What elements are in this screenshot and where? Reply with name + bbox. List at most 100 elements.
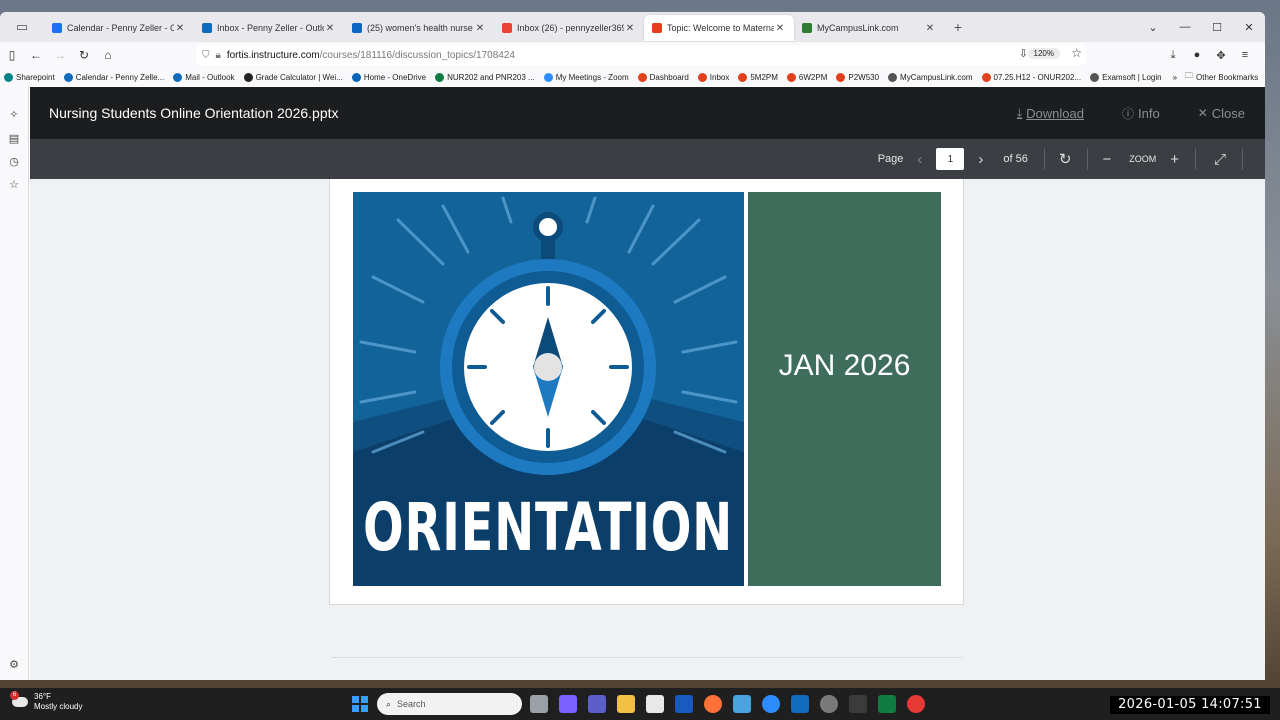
rotate-icon[interactable]: ↻ xyxy=(1059,150,1072,168)
download-button[interactable]: ⤓ Download xyxy=(1017,106,1084,121)
firefox-icon[interactable] xyxy=(704,695,722,713)
save-page-icon[interactable]: ⇩ xyxy=(1019,47,1028,60)
forward-button[interactable]: → xyxy=(48,44,72,66)
bookmark-star-icon[interactable]: ☆ xyxy=(1071,46,1082,60)
close-icon: ✕ xyxy=(1197,106,1208,120)
new-tab-button[interactable]: + xyxy=(944,19,972,35)
bookmark-item[interactable]: Calendar - Penny Zelle... xyxy=(63,72,165,82)
bookmark-item[interactable]: Sharepoint xyxy=(4,72,55,82)
bookmarks-star-icon[interactable]: ☆ xyxy=(7,178,21,192)
compass-illustration: ORIENTATION xyxy=(353,196,744,586)
reload-button[interactable]: ↻ xyxy=(72,44,96,66)
bookmark-item[interactable]: Mail - Outlook xyxy=(173,72,235,82)
teams-icon[interactable] xyxy=(588,695,606,713)
browser-tab[interactable]: Inbox (26) - pennyzeller369@gi✕ xyxy=(494,15,644,41)
tab-close-icon[interactable]: ✕ xyxy=(324,23,336,34)
sidebar-settings-icon[interactable]: ⚙ xyxy=(7,658,21,672)
bookmark-item[interactable]: NUR202 and PNR203 ... xyxy=(435,72,535,82)
bookmark-item[interactable]: My Meetings - Zoom xyxy=(543,72,629,82)
notepad-icon[interactable] xyxy=(733,695,751,713)
window-controls: ⌄ — ☐ ✕ xyxy=(1137,12,1265,42)
page-label: Page xyxy=(877,153,904,165)
calculator-icon[interactable] xyxy=(849,695,867,713)
tab-favicon-icon xyxy=(802,23,812,33)
taskbar-search[interactable]: ⌕ Search xyxy=(377,693,522,715)
tab-list-button[interactable]: ▭ xyxy=(0,12,44,42)
bookmark-item[interactable]: P2W530 xyxy=(836,72,879,82)
excel-icon[interactable] xyxy=(878,695,896,713)
menu-icon[interactable]: ≡ xyxy=(1233,44,1257,66)
zoom-app-icon[interactable] xyxy=(762,695,780,713)
bookmark-item[interactable]: Home - OneDrive xyxy=(351,72,426,82)
browser-tab[interactable]: Inbox - Penny Zeller - Outlook✕ xyxy=(194,15,344,41)
extensions-icon[interactable]: ✥ xyxy=(1209,44,1233,66)
close-button[interactable]: ✕ Close xyxy=(1198,106,1245,121)
url-host: fortis.instructure.com xyxy=(226,49,320,61)
url-path: /courses/181116/discussion_topics/170842… xyxy=(319,49,515,61)
account-icon[interactable]: ● xyxy=(1185,44,1209,66)
back-button[interactable]: ← xyxy=(24,44,48,66)
other-bookmarks[interactable]: 🗀 Other Bookmarks xyxy=(1185,70,1258,84)
tab-close-icon[interactable]: ✕ xyxy=(474,23,486,34)
synced-tabs-icon[interactable]: ▤ xyxy=(7,132,21,146)
zoom-badge[interactable]: 120% xyxy=(1027,48,1060,59)
url-bar[interactable]: ⛉ 🔒︎ fortis.instructure.com/courses/1811… xyxy=(196,45,1086,65)
browser-tab[interactable]: Topic: Welcome to Maternal Ne✕ xyxy=(644,15,794,41)
tab-close-icon[interactable]: ✕ xyxy=(174,23,186,34)
maximize-icon[interactable]: ☐ xyxy=(1201,21,1233,34)
fullscreen-icon[interactable]: ⤢ xyxy=(1214,151,1226,168)
word-icon[interactable] xyxy=(675,695,693,713)
downloads-icon[interactable]: ⤓ xyxy=(1161,44,1185,66)
ai-chat-icon[interactable]: ✧ xyxy=(7,108,21,122)
sidebar-toggle-icon[interactable]: ▯ xyxy=(0,44,24,66)
info-icon: ⓘ xyxy=(1121,106,1134,121)
tab-close-icon[interactable]: ✕ xyxy=(624,23,636,34)
tab-close-icon[interactable]: ✕ xyxy=(774,23,786,34)
bookmark-item[interactable]: Inbox xyxy=(697,72,729,82)
tab-title: MyCampusLink.com xyxy=(817,23,899,33)
folder-icon: 🗀 xyxy=(1185,71,1194,80)
store-icon[interactable] xyxy=(646,695,664,713)
minimize-icon[interactable]: — xyxy=(1169,21,1201,33)
zoom-in-icon[interactable]: + xyxy=(1170,151,1179,168)
bookmark-item[interactable]: 6W2PM xyxy=(786,72,827,82)
tab-favicon-icon xyxy=(352,23,362,33)
record-icon[interactable] xyxy=(907,695,925,713)
browser-tab[interactable]: Calendar - Penny Zeller - Outlo✕ xyxy=(44,15,194,41)
bookmark-item[interactable]: 07.25.H12 - ONUR202... xyxy=(981,72,1081,82)
viewer-actions: ⤓ Download ⓘ Info ✕ Close xyxy=(979,105,1245,122)
settings-icon[interactable] xyxy=(820,695,838,713)
task-view-icon[interactable] xyxy=(530,695,548,713)
bookmark-label: Calendar - Penny Zelle... xyxy=(75,72,165,82)
browser-tab[interactable]: MyCampusLink.com ✕ xyxy=(794,15,944,41)
tab-favicon-icon xyxy=(202,23,212,33)
next-page-icon[interactable]: › xyxy=(978,151,983,168)
tab-overflow-icon[interactable]: ⌄ xyxy=(1137,21,1169,34)
bookmark-item[interactable]: Dashboard xyxy=(637,72,689,82)
bookmark-item[interactable]: Grade Calculator | Wei... xyxy=(243,72,343,82)
page-number-input[interactable] xyxy=(936,148,965,170)
history-icon[interactable]: ◷ xyxy=(7,155,21,169)
bookmark-item[interactable]: Examsoft | Login xyxy=(1090,72,1162,82)
bookmark-favicon-icon xyxy=(351,72,361,82)
copilot-icon[interactable] xyxy=(559,695,577,713)
bookmark-item[interactable]: 5M2PM xyxy=(738,72,778,82)
bookmarks-overflow-icon[interactable]: » xyxy=(1173,73,1177,82)
file-explorer-icon[interactable] xyxy=(617,695,635,713)
close-window-icon[interactable]: ✕ xyxy=(1233,21,1265,34)
weather-widget[interactable]: 6 36°F Mostly cloudy xyxy=(10,691,82,712)
tab-favicon-icon xyxy=(502,23,512,33)
browser-tab[interactable]: (25) women's health nurse prac✕ xyxy=(344,15,494,41)
bookmark-label: Mail - Outlook xyxy=(185,72,235,82)
start-button[interactable] xyxy=(352,696,368,712)
home-button[interactable]: ⌂ xyxy=(96,44,120,66)
prev-page-icon[interactable]: ‹ xyxy=(917,151,922,168)
outlook-icon[interactable] xyxy=(791,695,809,713)
bookmark-item[interactable]: MyCampusLink.com xyxy=(888,72,973,82)
tab-close-icon[interactable]: ✕ xyxy=(924,23,936,34)
bookmark-favicon-icon xyxy=(981,72,991,82)
info-button[interactable]: ⓘ Info xyxy=(1122,105,1160,122)
bookmarks-bar: Sharepoint Calendar - Penny Zelle... Mail … xyxy=(0,68,1265,86)
zoom-out-icon[interactable]: − xyxy=(1102,151,1111,168)
bookmark-favicon-icon xyxy=(738,72,748,82)
